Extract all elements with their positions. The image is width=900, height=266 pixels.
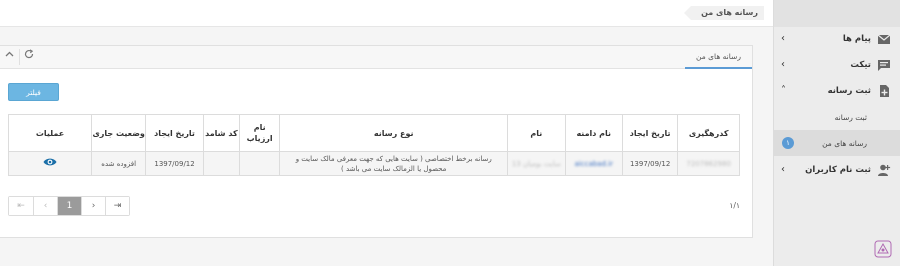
cell-name: سایت بومیان 13: [507, 151, 566, 176]
column-header-evaluator: نام ارزیاب: [238, 114, 281, 152]
cell-media-type: رسانه برخط اختصاصی ( سایت هایی که جهت مع…: [279, 151, 509, 176]
sidebar-subitem-label: ثبت رسانه: [834, 113, 867, 122]
sidebar-item-register-users[interactable]: ثبت نام کاربران ‹: [773, 157, 900, 183]
mail-icon: [877, 34, 891, 44]
sidebar-header: [774, 0, 900, 27]
filter-button[interactable]: فیلتر: [8, 83, 59, 101]
sidebar-subitem-my-media[interactable]: رسانه های من ۱: [773, 130, 900, 156]
column-header-tracking-code: کدرهگیری: [677, 114, 740, 152]
sidebar-subitem-register-media[interactable]: ثبت رسانه: [773, 104, 900, 130]
sidebar-subitem-label: رسانه های من: [822, 139, 867, 148]
cell-created-date: 1397/09/12: [621, 151, 679, 176]
sidebar-item-register-media[interactable]: ثبت رسانه ˄: [773, 78, 900, 104]
table-row: 7207862980 1397/09/12 aiccabad.ir سایت ب…: [7, 151, 740, 176]
column-header-tracking-id: کد شامد: [202, 114, 240, 152]
tracking-code-value: 7207862980: [686, 159, 731, 168]
cell-actions: [7, 151, 93, 176]
collapse-button[interactable]: [0, 49, 20, 65]
cell-tracking-code: 7207862980: [677, 151, 740, 176]
next-page-button[interactable]: ›: [81, 197, 105, 215]
chevron-left-icon: ‹: [781, 164, 785, 175]
top-header: رسانه های من: [0, 0, 773, 27]
table-header-row: کدرهگیری تاریخ ایجاد نام دامنه نام نوع ر…: [7, 114, 740, 152]
refresh-icon: [24, 49, 34, 59]
chevron-up-icon: ˄: [781, 85, 786, 96]
sidebar-item-ticket[interactable]: تیکت ‹: [773, 52, 900, 78]
tab-my-media[interactable]: رسانه های من: [685, 46, 752, 69]
sidebar: پیام ها ‹ تیکت ‹ ثبت رسانه ˄ ثبت رسانه ر…: [773, 0, 900, 266]
column-header-created-date-2: تاریخ ایجاد: [145, 114, 204, 152]
chat-icon: [878, 60, 890, 71]
prev-page-button[interactable]: ‹: [33, 197, 57, 215]
last-page-button[interactable]: ⇥: [105, 197, 129, 215]
add-user-icon: [878, 164, 891, 176]
media-table: کدرهگیری تاریخ ایجاد نام دامنه نام نوع ر…: [7, 114, 740, 176]
site-logo-icon: [874, 240, 892, 258]
chevron-up-icon: [5, 51, 14, 57]
page-button-1[interactable]: 1: [57, 197, 81, 215]
column-header-media-type: نوع رسانه: [279, 114, 509, 152]
sidebar-item-label: پیام ها: [842, 34, 871, 44]
domain-link[interactable]: aiccabad.ir: [575, 160, 613, 168]
chevron-left-icon: ‹: [781, 59, 785, 70]
first-page-button[interactable]: ⇤: [9, 197, 33, 215]
sidebar-item-messages[interactable]: پیام ها ‹: [773, 26, 900, 52]
column-header-name: نام: [507, 114, 566, 152]
sidebar-item-label: تیکت: [850, 60, 871, 70]
refresh-button[interactable]: [21, 49, 37, 65]
add-file-icon: [880, 85, 889, 97]
sidebar-item-label: ثبت رسانه: [827, 86, 871, 96]
sidebar-item-label: ثبت نام کاربران: [805, 165, 871, 175]
column-header-actions: عملیات: [7, 114, 93, 152]
cell-created-date-2: 1397/09/12: [145, 151, 204, 176]
column-header-domain-name: نام دامنه: [564, 114, 623, 152]
column-header-created-date: تاریخ ایجاد: [621, 114, 679, 152]
cell-status: افزوده شده: [91, 151, 147, 176]
chevron-left-icon: ‹: [781, 33, 785, 44]
page-info: ۱/۱: [729, 201, 740, 210]
panel-header: رسانه های من: [0, 46, 752, 69]
column-header-status: وضعیت جاری: [91, 114, 147, 152]
name-value: سایت بومیان 13: [511, 159, 561, 168]
eye-icon[interactable]: [43, 157, 57, 167]
cell-domain-name[interactable]: aiccabad.ir: [564, 151, 623, 176]
main-panel: رسانه های من فیلتر کدرهگیری تاریخ ایجاد …: [0, 45, 753, 238]
pagination: ⇤ ‹ 1 › ⇥: [8, 196, 130, 216]
cell-evaluator: [238, 151, 281, 176]
count-badge: ۱: [782, 137, 794, 149]
cell-tracking-id: [202, 151, 240, 176]
breadcrumb: رسانه های من: [684, 6, 764, 20]
